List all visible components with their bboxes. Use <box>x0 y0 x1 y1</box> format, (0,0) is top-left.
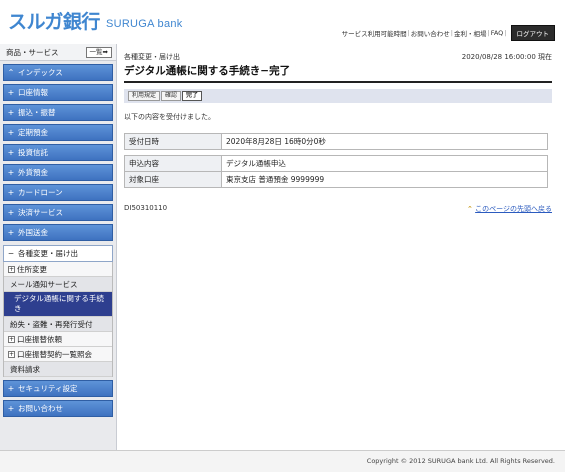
sidebar-item-payment-service[interactable]: + 決済サービス <box>3 204 113 221</box>
subitem-label: 口座振替依頼 <box>17 334 62 344</box>
subitem-label: 紛失・盗難・再発行受付 <box>10 319 93 329</box>
subitem-transfer-request[interactable]: + 口座振替依頼 <box>4 332 112 347</box>
receipt-table: 受付日時 2020年8月28日 16時0分0秒 <box>124 133 548 150</box>
logo-en: SURUGA bank <box>105 18 183 30</box>
subitem-mail-notification[interactable]: メール通知サービス <box>4 277 112 292</box>
row-value: 東京支店 普通預金 9999999 <box>221 171 548 188</box>
sidebar-item-label: 各種変更・届け出 <box>18 249 78 258</box>
sidebar-item-label: 決済サービス <box>18 208 63 217</box>
step-indicator: 利用規定 確認 完了 <box>124 89 552 103</box>
link-contact[interactable]: お問い合わせ <box>411 28 450 38</box>
subitem-label: 資料請求 <box>10 364 40 374</box>
plus-icon: + <box>7 384 15 393</box>
row-key: 申込内容 <box>124 155 222 172</box>
table-row: 申込内容 デジタル通帳申込 <box>124 155 548 172</box>
sidebar-submenu: + 住所変更 メール通知サービス デジタル通帳に関する手続き 紛失・盗難・再発行受… <box>3 262 113 377</box>
screen-id: DI50310110 <box>124 204 168 212</box>
expand-icon: + <box>8 265 15 273</box>
sidebar: 商品・サービス 一覧➡ ⌃ インデックス + 口座情報 + 振込・振替 + 定期預金 +… <box>0 44 117 450</box>
subitem-transfer-contracts[interactable]: + 口座振替契約一覧照会 <box>4 347 112 362</box>
sidebar-item-index[interactable]: ⌃ インデックス <box>3 64 113 81</box>
expand-icon: + <box>8 335 15 343</box>
sidebar-item-label: カードローン <box>18 188 63 197</box>
plus-icon: + <box>7 404 15 413</box>
subitem-label: デジタル通帳に関する手続き <box>14 294 104 313</box>
sidebar-item-label: 外貨預金 <box>18 168 48 177</box>
sidebar-item-label: 定期預金 <box>18 128 48 137</box>
bank-logo[interactable]: スルガ銀行 SURUGA bank <box>8 11 183 33</box>
link-service-hours[interactable]: サービス利用可能時間 <box>342 28 407 38</box>
header: スルガ銀行 SURUGA bank サービス利用可能時間 | お問い合わせ | 金利… <box>0 0 565 44</box>
subitem-label: 口座振替契約一覧照会 <box>17 349 92 359</box>
sidebar-item-security[interactable]: + セキュリティ設定 <box>3 380 113 397</box>
sidebar-item-investment-trust[interactable]: + 投資信託 <box>3 144 113 161</box>
plus-icon: + <box>7 108 15 117</box>
top-links: サービス利用可能時間 | お問い合わせ | 金利・相場 | FAQ | ログアウト <box>342 25 555 41</box>
sidebar-item-transfer[interactable]: + 振込・振替 <box>3 104 113 121</box>
plus-icon: + <box>7 188 15 197</box>
link-rates[interactable]: 金利・相場 <box>454 28 487 38</box>
step-confirm: 確認 <box>161 91 182 101</box>
sidebar-item-label: 振込・振替 <box>18 108 56 117</box>
step-terms: 利用規定 <box>128 91 161 101</box>
sidebar-item-label: セキュリティ設定 <box>18 384 78 393</box>
subitem-lost-stolen[interactable]: 紛失・盗難・再発行受付 <box>4 317 112 332</box>
sidebar-item-foreign-deposit[interactable]: + 外貨預金 <box>3 164 113 181</box>
sidebar-item-inquiry[interactable]: + お問い合わせ <box>3 400 113 417</box>
content-footer: DI50310110 ⌃ このページの先頭へ戻る <box>124 204 552 214</box>
logo-jp: スルガ銀行 <box>8 11 100 33</box>
subitem-label: メール通知サービス <box>10 279 78 289</box>
sidebar-item-label: 外国送金 <box>18 228 48 237</box>
list-button-label: 一覧 <box>89 47 103 56</box>
row-value: 2020年8月28日 16時0分0秒 <box>221 133 548 150</box>
subitem-label: 住所変更 <box>17 264 47 274</box>
plus-icon: + <box>7 128 15 137</box>
sidebar-heading-label: 商品・サービス <box>6 47 59 57</box>
sidebar-item-label: インデックス <box>18 68 63 77</box>
sidebar-item-changes[interactable]: − 各種変更・届け出 <box>3 245 113 262</box>
plus-icon: + <box>7 88 15 97</box>
row-key: 対象口座 <box>124 171 222 188</box>
copyright: Copyright © 2012 SURUGA bank Ltd. All Ri… <box>366 457 555 465</box>
current-datetime: 2020/08/28 16:00:00 現在 <box>461 53 552 61</box>
row-value: デジタル通帳申込 <box>221 155 548 172</box>
sidebar-item-foreign-remittance[interactable]: + 外国送金 <box>3 224 113 241</box>
sidebar-item-account-info[interactable]: + 口座情報 <box>3 84 113 101</box>
sidebar-item-label: 口座情報 <box>18 88 48 97</box>
link-faq[interactable]: FAQ <box>491 29 504 37</box>
expand-icon: + <box>8 350 15 358</box>
details-table: 申込内容 デジタル通帳申込 対象口座 東京支店 普通預金 9999999 <box>124 155 548 188</box>
row-key: 受付日時 <box>124 133 222 150</box>
table-row: 対象口座 東京支店 普通預金 9999999 <box>124 171 548 188</box>
sidebar-item-label: お問い合わせ <box>18 404 63 413</box>
plus-icon: + <box>7 148 15 157</box>
sidebar-item-time-deposit[interactable]: + 定期預金 <box>3 124 113 141</box>
arrow-right-icon: ➡ <box>102 47 108 56</box>
table-row: 受付日時 2020年8月28日 16時0分0秒 <box>124 133 548 150</box>
result-message: 以下の内容を受付けました。 <box>124 113 215 121</box>
subitem-document-request[interactable]: 資料請求 <box>4 362 112 377</box>
sidebar-item-card-loan[interactable]: + カードローン <box>3 184 113 201</box>
plus-icon: + <box>7 228 15 237</box>
page-footer: Copyright © 2012 SURUGA bank Ltd. All Ri… <box>0 450 565 472</box>
logout-button[interactable]: ログアウト <box>510 25 555 41</box>
sidebar-heading: 商品・サービス 一覧➡ <box>0 44 116 61</box>
minus-icon: − <box>7 249 15 258</box>
subitem-digital-passbook[interactable]: デジタル通帳に関する手続き <box>4 292 112 317</box>
plus-icon: + <box>7 168 15 177</box>
list-button[interactable]: 一覧➡ <box>85 46 112 58</box>
chevron-up-icon: ⌃ <box>7 68 15 77</box>
double-chevron-up-icon: ⌃ <box>467 205 473 213</box>
page-top-label: このページの先頭へ戻る <box>475 205 552 213</box>
main-content: 各種変更・届け出 2020/08/28 16:00:00 現在 デジタル通帳に関… <box>124 44 552 213</box>
subitem-address-change[interactable]: + 住所変更 <box>4 262 112 277</box>
sidebar-item-label: 投資信託 <box>18 148 48 157</box>
plus-icon: + <box>7 208 15 217</box>
step-complete: 完了 <box>182 91 203 101</box>
page-top-link[interactable]: ⌃ このページの先頭へ戻る <box>467 204 552 214</box>
page-title: デジタル通帳に関する手続き−完了 <box>124 63 552 83</box>
